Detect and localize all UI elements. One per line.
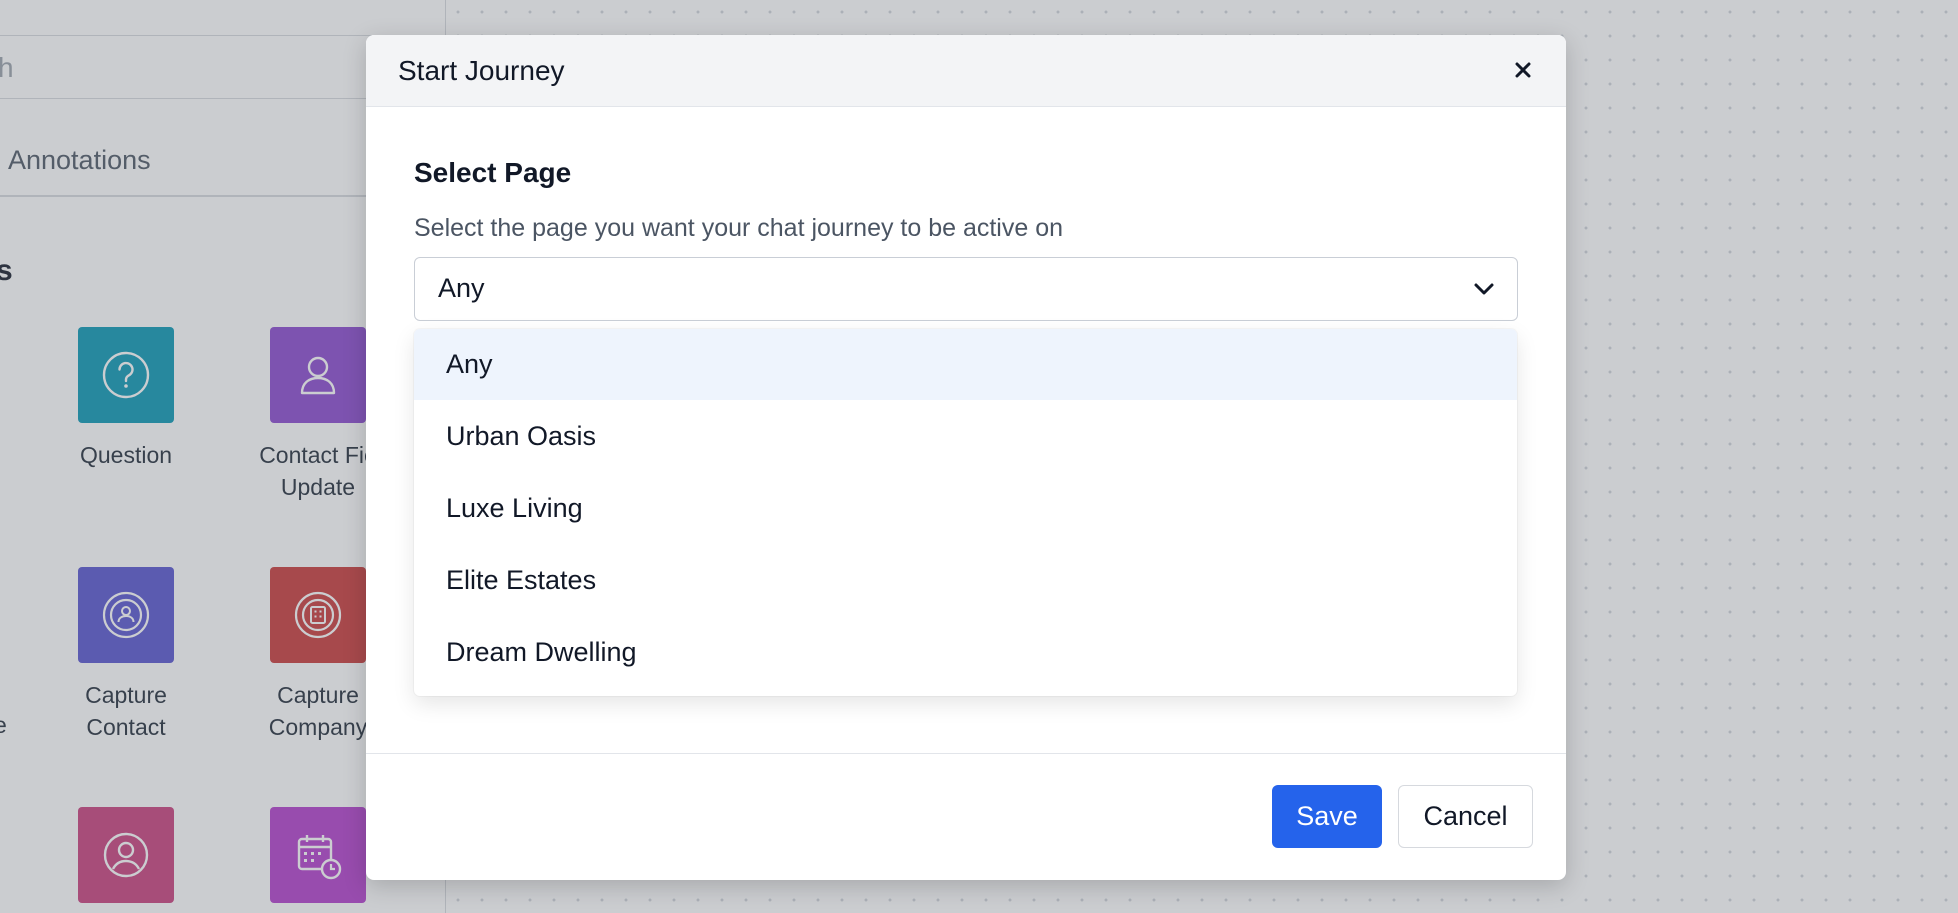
dropdown-option-any[interactable]: Any xyxy=(414,329,1517,400)
cancel-button[interactable]: Cancel xyxy=(1398,785,1533,848)
modal-header: Start Journey xyxy=(366,35,1566,107)
modal-title: Start Journey xyxy=(398,55,565,86)
dropdown-option-elite-estates[interactable]: Elite Estates xyxy=(414,544,1517,616)
page-dropdown-menu: Any Urban Oasis Luxe Living Elite Estate… xyxy=(414,329,1517,696)
save-button[interactable]: Save xyxy=(1272,785,1382,848)
modal-footer-divider xyxy=(366,753,1566,754)
select-page-label: Select Page xyxy=(414,157,572,188)
close-button[interactable] xyxy=(1508,55,1538,85)
close-icon xyxy=(1515,62,1531,78)
dropdown-option-luxe-living[interactable]: Luxe Living xyxy=(414,472,1517,544)
page-select[interactable]: Any xyxy=(414,257,1518,321)
start-journey-modal: Start Journey Select Page Select the pag… xyxy=(366,35,1566,880)
dropdown-option-urban-oasis[interactable]: Urban Oasis xyxy=(414,400,1517,472)
dropdown-option-dream-dwelling[interactable]: Dream Dwelling xyxy=(414,616,1517,688)
chevron-down-icon xyxy=(1474,283,1494,295)
select-page-help-text: Select the page you want your chat journ… xyxy=(414,214,1064,242)
page-select-value: Any xyxy=(438,273,485,303)
